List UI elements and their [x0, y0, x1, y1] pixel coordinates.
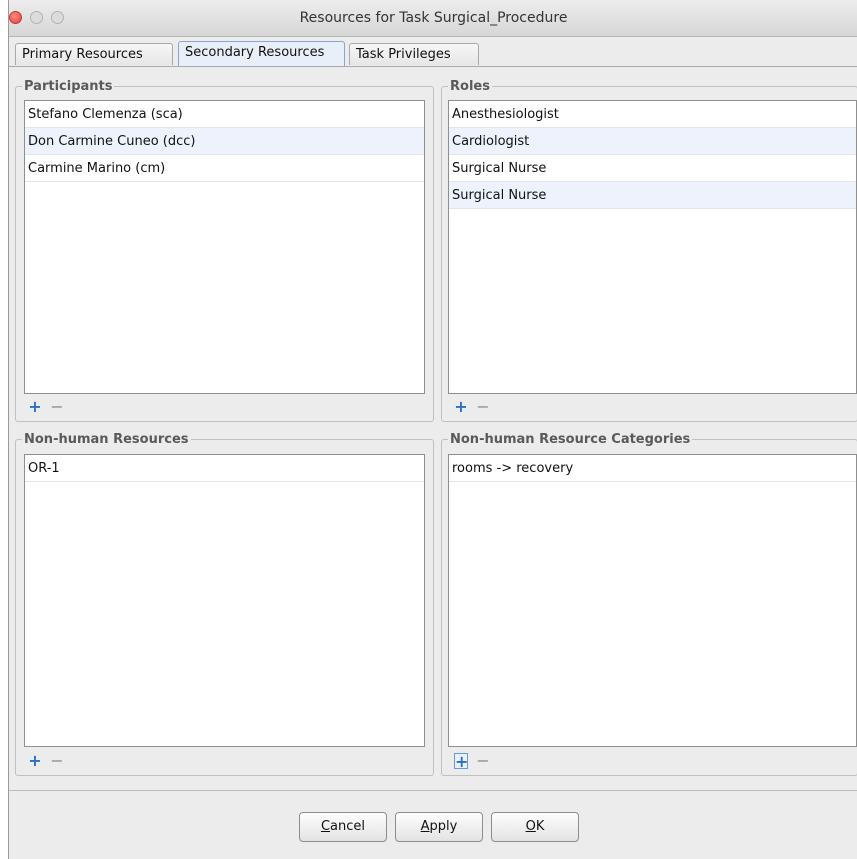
remove-participant-button[interactable]: −	[50, 399, 64, 415]
resources-dialog: Resources for Task Surgical_Procedure Pr…	[8, 0, 857, 859]
ok-mnemonic: O	[525, 819, 536, 834]
list-item[interactable]: Don Carmine Cuneo (dcc)	[25, 128, 424, 155]
apply-label-rest: pply	[429, 819, 458, 834]
title-bar[interactable]: Resources for Task Surgical_Procedure	[9, 0, 857, 37]
cancel-mnemonic: C	[320, 819, 331, 834]
list-item[interactable]: Stefano Clemenza (sca)	[25, 101, 424, 128]
button-bar-separator	[9, 790, 857, 791]
roles-title: Roles	[448, 79, 492, 95]
apply-mnemonic: A	[420, 819, 430, 834]
ok-label-rest: K	[535, 819, 545, 834]
tab-bar: Primary Resources Secondary Resources Ta…	[15, 40, 855, 66]
roles-list[interactable]: Anesthesiologist Cardiologist Surgical N…	[448, 100, 857, 394]
list-item[interactable]: Cardiologist	[449, 128, 856, 155]
list-item[interactable]: Surgical Nurse	[449, 155, 856, 182]
tab-content-border	[9, 66, 857, 67]
list-item[interactable]: rooms -> recovery	[449, 455, 856, 482]
add-nonhuman-category-button[interactable]: +	[454, 753, 468, 770]
participants-title: Participants	[22, 79, 115, 95]
participants-group: Participants Stefano Clemenza (sca) Don …	[15, 79, 434, 422]
roles-group: Roles Anesthesiologist Cardiologist Surg…	[441, 79, 857, 422]
add-nonhuman-resource-button[interactable]: +	[28, 753, 42, 769]
remove-nonhuman-resource-button[interactable]: −	[50, 753, 64, 769]
list-item[interactable]: OR-1	[25, 455, 424, 482]
list-item[interactable]: Anesthesiologist	[449, 101, 856, 128]
add-role-button[interactable]: +	[454, 399, 468, 415]
nonhuman-categories-title: Non-human Resource Categories	[448, 432, 693, 448]
tab-task-privileges[interactable]: Task Privileges	[349, 43, 479, 65]
nonhuman-categories-group: Non-human Resource Categories rooms -> r…	[441, 432, 857, 776]
list-item[interactable]: Carmine Marino (cm)	[25, 155, 424, 182]
window-title: Resources for Task Surgical_Procedure	[299, 10, 568, 26]
tab-primary-resources[interactable]: Primary Resources	[15, 43, 173, 65]
remove-role-button[interactable]: −	[476, 399, 490, 415]
tab-secondary-resources[interactable]: Secondary Resources	[178, 41, 345, 66]
apply-button[interactable]: Apply	[395, 812, 483, 842]
nonhuman-categories-list[interactable]: rooms -> recovery	[448, 454, 857, 747]
participants-list[interactable]: Stefano Clemenza (sca) Don Carmine Cuneo…	[24, 100, 425, 394]
ok-button[interactable]: OK	[491, 812, 579, 842]
list-item[interactable]: Surgical Nurse	[449, 182, 856, 209]
cancel-label-rest: ancel	[330, 819, 366, 834]
add-participant-button[interactable]: +	[28, 399, 42, 415]
remove-nonhuman-category-button[interactable]: −	[476, 753, 490, 769]
nonhuman-resources-group: Non-human Resources OR-1 + −	[15, 432, 434, 776]
nonhuman-resources-list[interactable]: OR-1	[24, 454, 425, 747]
cancel-button[interactable]: Cancel	[299, 812, 387, 842]
nonhuman-resources-title: Non-human Resources	[22, 432, 191, 448]
